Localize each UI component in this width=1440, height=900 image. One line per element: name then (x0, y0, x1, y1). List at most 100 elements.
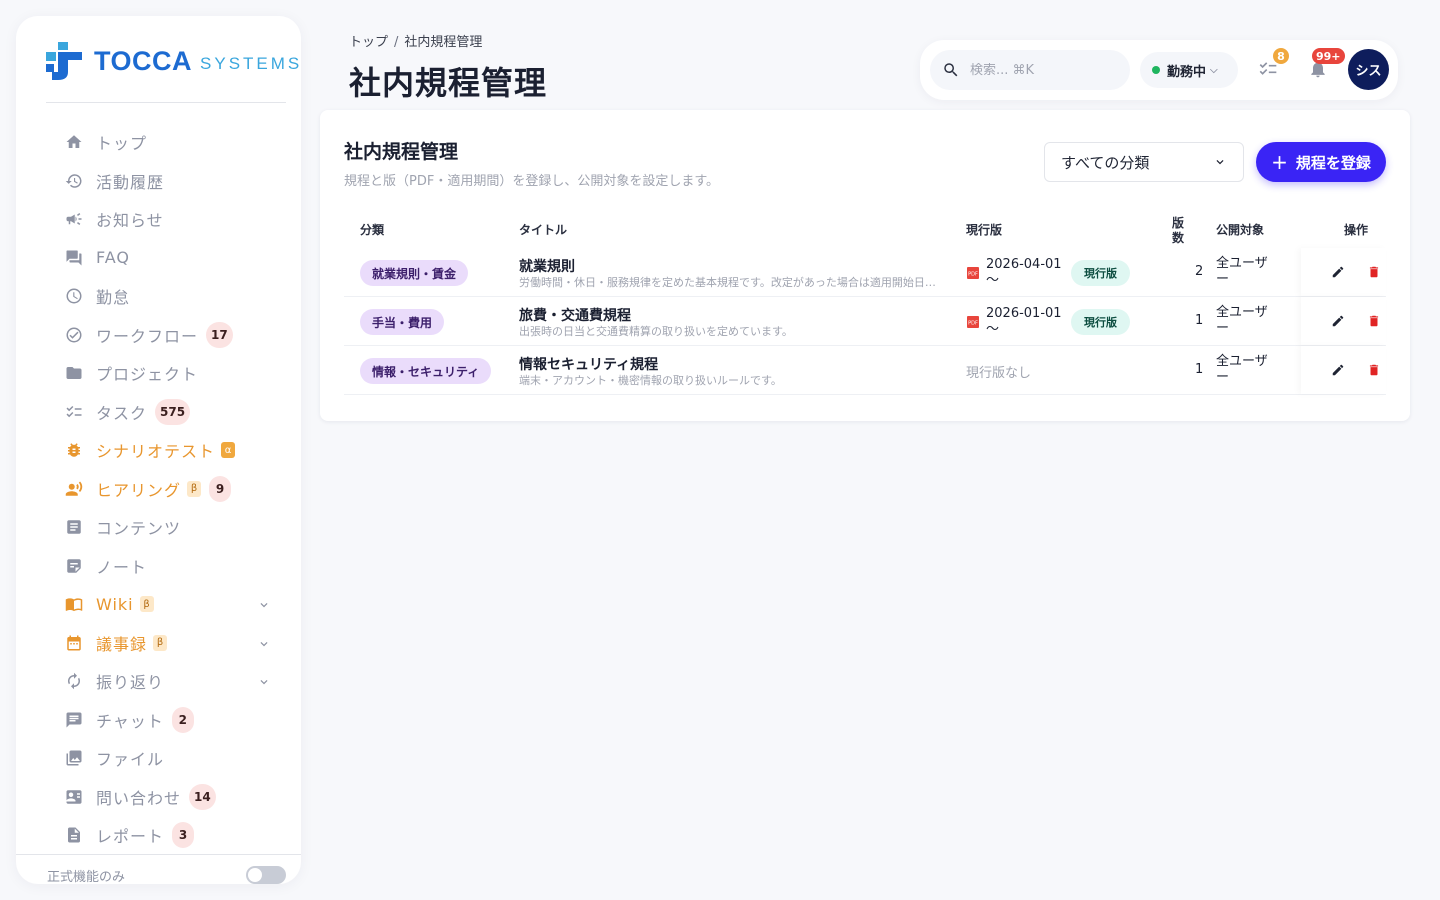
current-version-badge: 現行版 (1071, 260, 1130, 286)
publish-target: 全ユーザー (1216, 256, 1276, 288)
sidebar-item-task[interactable]: タスク 575 (16, 393, 301, 432)
pdf-icon[interactable]: PDF (966, 314, 980, 328)
edit-icon[interactable] (1331, 362, 1345, 376)
category-filter-select[interactable]: すべての分類 (1044, 142, 1244, 182)
table-row[interactable]: 手当・費用 旅費・交通費規程 出張時の日当と交通費精算の取り扱いを定めています。… (344, 297, 1386, 346)
current-version-period: 2026-01-01 〜 (986, 306, 1070, 338)
publish-target-line2: ー (1216, 321, 1230, 336)
table-row[interactable]: 情報・セキュリティ 情報セキュリティ規程 端末・アカウント・機密情報の取り扱いル… (344, 346, 1386, 395)
delete-icon[interactable] (1367, 362, 1381, 376)
sidebar-item-label: トップ (96, 134, 148, 154)
contact-card-icon (64, 787, 84, 807)
row-actions (1301, 297, 1386, 345)
sidebar-item-hearing[interactable]: ヒアリング β 9 (16, 470, 301, 509)
official-only-toggle[interactable] (246, 866, 286, 884)
chevron-down-icon[interactable] (257, 636, 271, 650)
sidebar-item-minutes[interactable]: 議事録 β (16, 624, 301, 663)
page-title: 社内規程管理 (349, 64, 548, 102)
sidebar-item-inquiry[interactable]: 問い合わせ 14 (16, 778, 301, 817)
add-regulation-button[interactable]: + 規程を登録 (1256, 142, 1386, 182)
count-badge: 9 (209, 475, 232, 502)
sidebar-item-label: FAQ (96, 248, 130, 268)
sidebar-item-project[interactable]: プロジェクト (16, 354, 301, 393)
sidebar-item-top[interactable]: トップ (16, 123, 301, 162)
table-row[interactable]: 就業規則・賃金 就業規則 労働時間・休日・服務規律を定めた基本規程です。改定があ… (344, 248, 1386, 297)
work-status-dropdown[interactable]: 勤務中 ⌵ (1140, 52, 1238, 88)
category-tag: 手当・費用 (360, 309, 445, 335)
clock-icon (64, 286, 84, 306)
sidebar-item-label: レポート (96, 827, 165, 847)
interview-icon (64, 479, 84, 499)
avatar[interactable]: シス (1348, 49, 1389, 90)
sidebar-item-label: 活動履歴 (96, 172, 165, 192)
sidebar-item-label: ワークフロー (96, 326, 199, 346)
sidebar-item-wiki[interactable]: Wiki β (16, 585, 301, 624)
search-input[interactable] (970, 62, 1120, 78)
notification-count-badge: 99+ (1312, 48, 1345, 64)
regulation-description: 出張時の日当と交通費精算の取り扱いを定めています。 (519, 325, 793, 338)
history-icon (64, 171, 84, 191)
toggle-knob (248, 868, 262, 882)
search-box[interactable] (930, 50, 1130, 90)
sidebar-item-workflow[interactable]: ワークフロー 17 (16, 316, 301, 355)
breadcrumb-current: 社内規程管理 (404, 35, 483, 50)
breadcrumb-top[interactable]: トップ (349, 35, 388, 50)
sidebar-item-scenario-test[interactable]: シナリオテスト α (16, 431, 301, 470)
checklist-icon (64, 402, 84, 422)
regulation-title[interactable]: 旅費・交通費規程 (519, 305, 631, 325)
sidebar-item-label: 振り返り (96, 673, 165, 693)
sidebar-item-contents[interactable]: コンテンツ (16, 508, 301, 547)
chevron-down-icon[interactable] (257, 597, 271, 611)
card-title: 社内規程管理 (344, 141, 459, 163)
sidebar-item-note[interactable]: ノート (16, 547, 301, 586)
publish-target: 全ユーザー (1216, 305, 1276, 337)
regulation-description: 端末・アカウント・機密情報の取り扱いルールです。 (519, 374, 782, 387)
sidebar-item-report[interactable]: レポート 3 (16, 816, 301, 855)
sidebar-item-chat[interactable]: チャット 2 (16, 701, 301, 740)
bug-icon (64, 440, 84, 460)
sidebar-item-label: Wiki (96, 594, 134, 614)
sidebar-item-label: 議事録 (96, 634, 148, 654)
pdf-icon[interactable]: PDF (966, 265, 980, 279)
brand-logo[interactable]: TOCCA SYSTEMS (46, 42, 301, 80)
publish-target-line1: 全ユーザ (1216, 354, 1268, 369)
card-subtitle: 規程と版（PDF・適用期間）を登録し、公開対象を設定します。 (344, 174, 720, 189)
period-suffix: 〜 (986, 322, 1000, 337)
regulation-title[interactable]: 情報セキュリティ規程 (519, 354, 658, 374)
brand-name: TOCCA (94, 45, 193, 76)
version-count: 1 (1195, 362, 1204, 377)
report-icon (64, 825, 84, 845)
column-header-current: 現行版 (966, 223, 1003, 237)
chevron-down-icon: ⌵ (1210, 64, 1218, 76)
book-icon (64, 594, 84, 614)
edit-icon[interactable] (1331, 264, 1345, 278)
chevron-down-icon[interactable] (257, 674, 271, 688)
delete-icon[interactable] (1367, 313, 1381, 327)
add-regulation-label: 規程を登録 (1295, 153, 1371, 172)
regulation-title[interactable]: 就業規則 (519, 256, 575, 276)
alpha-tag: α (221, 442, 236, 459)
sidebar-item-activity[interactable]: 活動履歴 (16, 162, 301, 201)
no-current-version: 現行版なし (966, 366, 1032, 381)
column-header-category: 分類 (360, 223, 385, 237)
search-icon (944, 63, 958, 77)
edit-icon[interactable] (1331, 313, 1345, 327)
column-header-target: 公開対象 (1216, 223, 1265, 237)
official-only-label: 正式機能のみ (47, 870, 126, 884)
calendar-icon (64, 633, 84, 653)
sidebar-item-faq[interactable]: FAQ (16, 239, 301, 278)
current-version-date: 2026-01-01 (986, 306, 1062, 321)
delete-icon[interactable] (1367, 264, 1381, 278)
category-filter-value: すべての分類 (1061, 153, 1150, 172)
sidebar-item-label: 問い合わせ (96, 788, 182, 808)
sidebar-item-attendance[interactable]: 勤怠 (16, 277, 301, 316)
sidebar-item-news[interactable]: お知らせ (16, 200, 301, 239)
row-actions (1301, 248, 1386, 296)
count-badge: 14 (189, 783, 216, 810)
category-tag: 情報・セキュリティ (360, 358, 492, 384)
publish-target: 全ユーザー (1216, 354, 1276, 386)
sidebar-item-retrospective[interactable]: 振り返り (16, 662, 301, 701)
sidebar-item-files[interactable]: ファイル (16, 739, 301, 778)
sidebar-item-label: ノート (96, 557, 148, 577)
logo-mark-icon (46, 42, 82, 80)
